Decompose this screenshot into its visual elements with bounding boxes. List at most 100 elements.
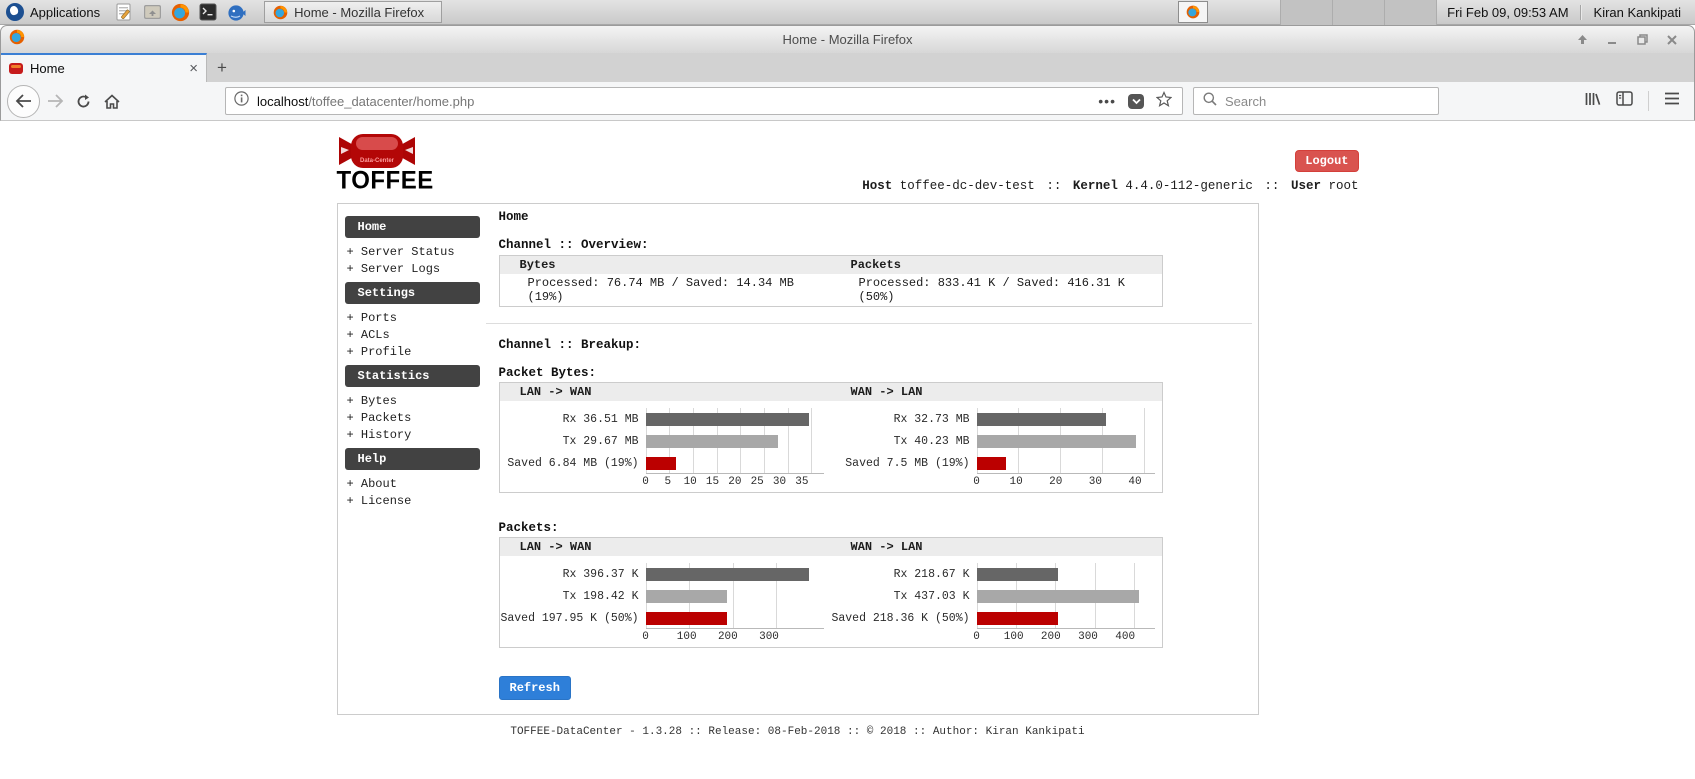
bookmark-star-icon[interactable] — [1156, 91, 1172, 112]
axis-tick: 300 — [1078, 631, 1098, 643]
taskbar-item-firefox[interactable]: Home - Mozilla Firefox — [264, 1, 442, 23]
maximize-button[interactable] — [1634, 32, 1650, 48]
sidebar-item-license[interactable]: + License — [345, 492, 480, 509]
sidebar-header-settings[interactable]: Settings — [345, 282, 480, 304]
text-editor-icon[interactable] — [113, 2, 135, 22]
sidebar-item-profile[interactable]: + Profile — [345, 343, 480, 360]
firefox-icon — [273, 5, 288, 20]
overview-heading: Channel :: Overview: — [499, 238, 1258, 252]
page-title: Home — [499, 210, 1258, 224]
chart-row: Saved 6.84 MB (19%) — [500, 452, 831, 474]
search-bar[interactable]: Search — [1193, 87, 1439, 115]
workspace-switcher[interactable] — [1280, 0, 1437, 25]
chart-bytes-lan-wan: Rx 36.51 MBTx 29.67 MBSaved 6.84 MB (19%… — [500, 401, 831, 492]
chart-row: Saved 197.95 K (50%) — [500, 607, 831, 629]
toffee-logo[interactable]: Data-Center TOFFEE — [337, 131, 434, 193]
refresh-button[interactable]: Refresh — [499, 676, 571, 700]
hamburger-menu-icon[interactable] — [1664, 92, 1680, 110]
home-button[interactable] — [99, 94, 125, 109]
sidebar-item-packets[interactable]: + Packets — [345, 409, 480, 426]
user-label: User — [1291, 179, 1321, 193]
overview-col-bytes: Bytes — [499, 256, 831, 275]
axis-tick: 0 — [973, 631, 980, 643]
axis-tick: 25 — [751, 476, 764, 488]
axis-tick: 15 — [706, 476, 719, 488]
bar-tx — [646, 435, 779, 448]
bar-label: Rx 396.37 K — [500, 568, 646, 581]
bar-rx — [977, 413, 1107, 426]
bar-rx — [977, 568, 1058, 581]
clock[interactable]: Fri Feb 09, 09:53 AM — [1437, 5, 1580, 20]
chart-row: Rx 218.67 K — [831, 563, 1162, 585]
overview-table: Bytes Packets Processed: 76.74 MB / Save… — [499, 255, 1163, 307]
chart-row: Rx 36.51 MB — [500, 408, 831, 430]
overview-packets-value: Processed: 833.41 K / Saved: 416.31 K (5… — [831, 274, 1163, 307]
sidebar-item-ports[interactable]: + Ports — [345, 309, 480, 326]
site-info-icon[interactable] — [234, 91, 249, 111]
shade-button[interactable] — [1574, 32, 1590, 48]
bar-rx — [646, 568, 809, 581]
sidebar-item-history[interactable]: + History — [345, 426, 480, 443]
bar-label: Saved 7.5 MB (19%) — [831, 457, 977, 470]
chart-x-axis: 0100200300400 — [977, 629, 1145, 644]
sidebar-toggle-icon[interactable] — [1616, 91, 1633, 111]
distro-logo-icon — [6, 3, 24, 21]
sidebar-header-home[interactable]: Home — [345, 216, 480, 238]
page-viewport: Data-Center TOFFEE Logout Host toffee-dc… — [0, 121, 1695, 779]
back-button[interactable] — [7, 85, 40, 118]
file-manager-icon[interactable] — [141, 2, 163, 22]
axis-tick: 40 — [1128, 476, 1141, 488]
separator: :: — [1046, 179, 1061, 193]
chart-row: Saved 7.5 MB (19%) — [831, 452, 1162, 474]
firefox-launcher-icon[interactable] — [169, 2, 191, 22]
bar-label: Saved 197.95 K (50%) — [500, 612, 646, 625]
axis-tick: 10 — [684, 476, 697, 488]
minimize-button[interactable] — [1604, 32, 1620, 48]
applications-menu[interactable]: Applications — [0, 0, 110, 24]
forward-button[interactable] — [42, 94, 68, 108]
tab-close-icon[interactable]: × — [189, 61, 198, 76]
kernel-label: Kernel — [1073, 179, 1118, 193]
axis-tick: 30 — [1089, 476, 1102, 488]
axis-tick: 300 — [759, 631, 779, 643]
pocket-icon[interactable] — [1128, 94, 1144, 109]
sidebar-item-bytes[interactable]: + Bytes — [345, 392, 480, 409]
media-player-icon[interactable] — [225, 2, 247, 22]
sidebar-item-server-logs[interactable]: + Server Logs — [345, 260, 480, 277]
logout-button[interactable]: Logout — [1295, 150, 1358, 172]
bar-label: Saved 218.36 K (50%) — [831, 612, 977, 625]
url-path: /toffee_datacenter/home.php — [308, 94, 474, 109]
workspace-1-firefox-thumbnail[interactable] — [1178, 1, 1208, 23]
bar-tx — [977, 435, 1136, 448]
sidebar-item-server-status[interactable]: + Server Status — [345, 243, 480, 260]
toolbar-separator — [1648, 91, 1649, 111]
page-actions-icon[interactable]: ••• — [1098, 93, 1116, 109]
host-value: toffee-dc-dev-test — [900, 179, 1035, 193]
host-label: Host — [862, 179, 892, 193]
taskbar-item-label: Home - Mozilla Firefox — [294, 5, 424, 20]
sidebar-item-about[interactable]: + About — [345, 475, 480, 492]
chart-x-axis: 05101520253035 — [646, 474, 814, 489]
chart-row: Saved 218.36 K (50%) — [831, 607, 1162, 629]
user-menu[interactable]: Kiran Kankipati — [1581, 5, 1695, 20]
url-bar[interactable]: localhost/toffee_datacenter/home.php ••• — [225, 87, 1183, 115]
sidebar-item-acls[interactable]: + ACLs — [345, 326, 480, 343]
navigation-toolbar: localhost/toffee_datacenter/home.php •••… — [0, 82, 1695, 121]
terminal-icon[interactable] — [197, 2, 219, 22]
sidebar-header-help[interactable]: Help — [345, 448, 480, 470]
close-button[interactable] — [1664, 32, 1680, 48]
new-tab-button[interactable]: + — [207, 53, 237, 82]
bar-tx — [646, 590, 728, 603]
window-titlebar[interactable]: Home - Mozilla Firefox — [0, 25, 1695, 53]
library-icon[interactable] — [1584, 91, 1601, 112]
axis-tick: 400 — [1115, 631, 1135, 643]
axis-tick: 200 — [718, 631, 738, 643]
axis-tick: 0 — [642, 631, 649, 643]
reload-button[interactable] — [70, 94, 96, 109]
kernel-value: 4.4.0-112-generic — [1125, 179, 1253, 193]
sidebar-header-statistics[interactable]: Statistics — [345, 365, 480, 387]
url-text[interactable]: localhost/toffee_datacenter/home.php — [257, 94, 1098, 109]
packet-bytes-label: Packet Bytes: — [499, 366, 1258, 380]
tab-home[interactable]: Home × — [1, 53, 207, 82]
overview-bytes-value: Processed: 76.74 MB / Saved: 14.34 MB (1… — [499, 274, 831, 307]
